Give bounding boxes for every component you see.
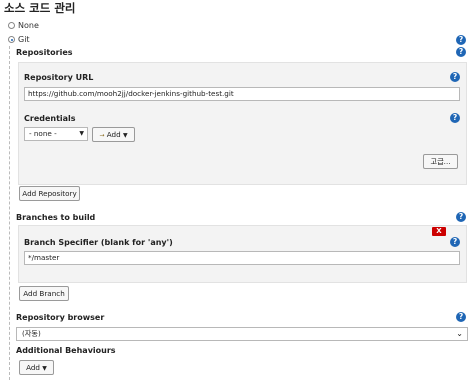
repository-browser-select[interactable]: (자동) ⌄ (16, 327, 468, 341)
credentials-help-icon[interactable]: ? (450, 113, 460, 123)
branch-specifier-help-icon[interactable]: ? (450, 237, 460, 247)
credentials-label: Credentials (24, 114, 76, 123)
credentials-select-value: - none - (29, 129, 57, 138)
config-guideline (9, 46, 10, 380)
credentials-add-button[interactable]: → Add ▼ (92, 127, 135, 142)
credentials-add-label: Add (106, 130, 121, 139)
add-behaviour-button[interactable]: Add ▼ (19, 360, 54, 375)
credentials-select[interactable]: - none - ▼ (24, 127, 88, 141)
repository-browser-select-value: (자동) (22, 329, 41, 338)
radio-none-label: None (18, 21, 39, 30)
repository-browser-label: Repository browser (16, 313, 105, 322)
branch-specifier-input[interactable]: */master (24, 251, 460, 265)
repository-url-input[interactable]: https://github.com/mooh2jj/docker-jenkin… (24, 87, 460, 101)
repository-url-help-icon[interactable]: ? (450, 72, 460, 82)
add-behaviour-label: Add (26, 363, 40, 372)
repository-browser-help-icon[interactable]: ? (456, 312, 466, 322)
repositories-help-icon[interactable]: ? (456, 47, 466, 57)
delete-branch-button[interactable]: X (432, 227, 446, 236)
branches-heading: Branches to build (16, 213, 96, 222)
caret-down-icon: ▼ (122, 132, 128, 139)
radio-none[interactable] (8, 22, 15, 29)
branches-help-icon[interactable]: ? (456, 212, 466, 222)
repository-url-label: Repository URL (24, 73, 94, 82)
add-repository-button[interactable]: Add Repository (19, 186, 80, 201)
chevron-down-icon: ▼ (79, 130, 84, 137)
key-icon: → (99, 132, 105, 139)
radio-git[interactable] (8, 36, 15, 43)
section-title: 소스 코드 관리 (4, 1, 76, 15)
git-help-icon[interactable]: ? (456, 35, 466, 45)
advanced-button[interactable]: 고급... (423, 154, 458, 169)
caret-down-icon: ▼ (42, 365, 47, 372)
chevron-down-icon: ⌄ (456, 329, 463, 338)
repositories-heading: Repositories (16, 48, 73, 57)
radio-git-label: Git (18, 35, 30, 44)
add-branch-button[interactable]: Add Branch (19, 286, 69, 301)
additional-behaviours-heading: Additional Behaviours (16, 346, 116, 355)
branch-specifier-label: Branch Specifier (blank for 'any') (24, 238, 173, 247)
